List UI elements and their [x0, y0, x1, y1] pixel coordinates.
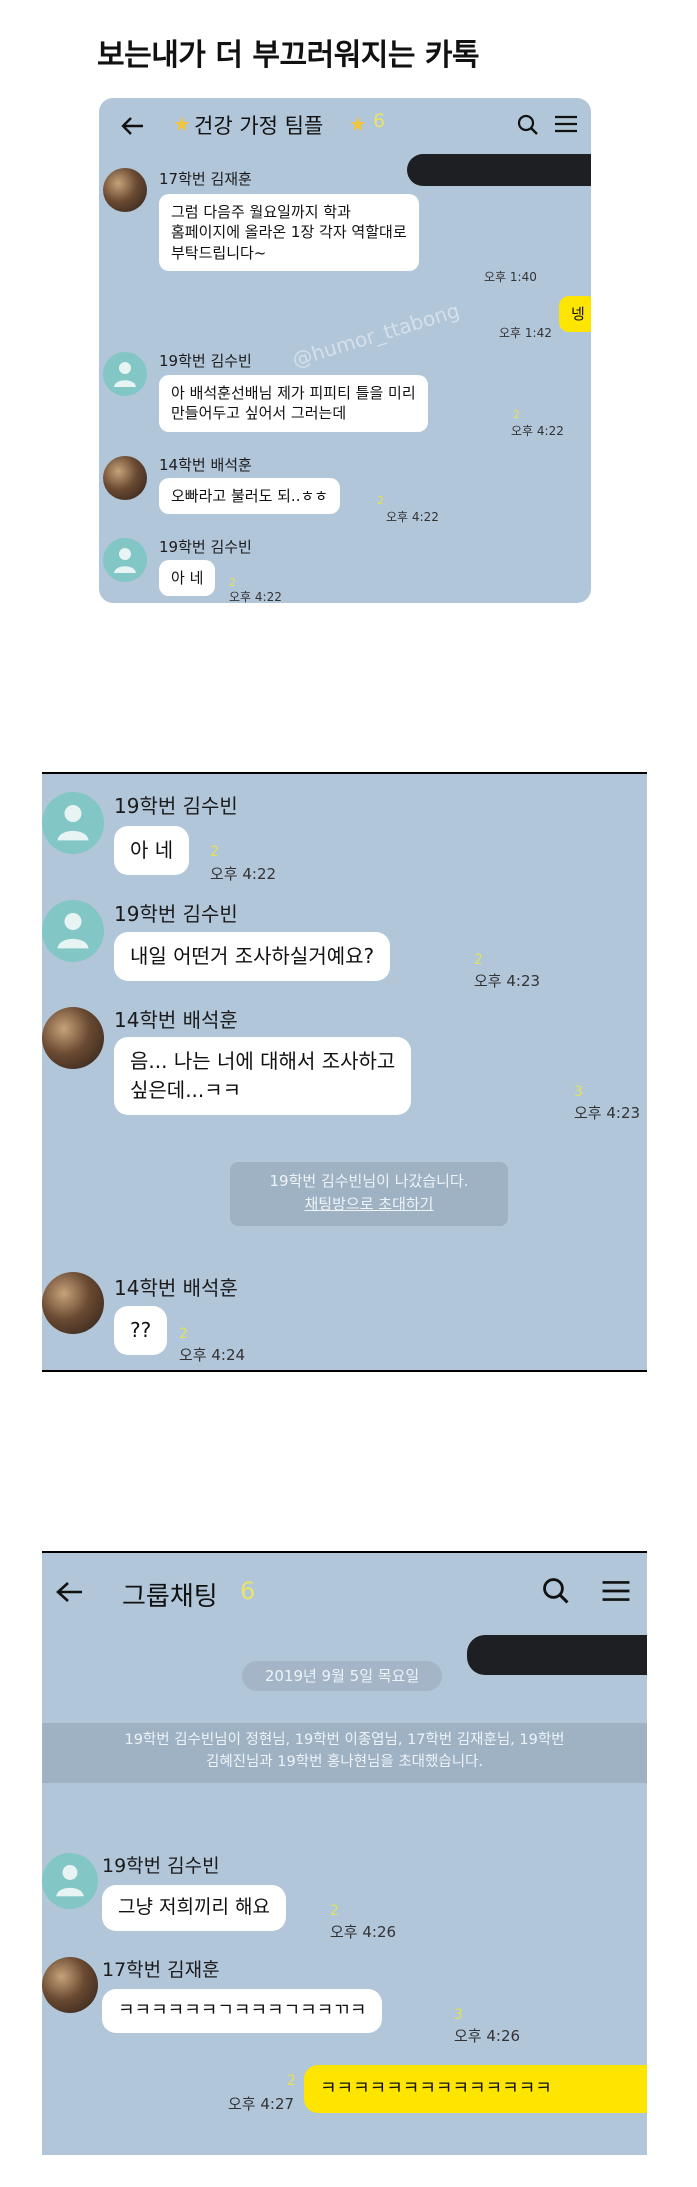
- message-bubble: ㅋㅋㅋㅋㅋㅋㄱㅋㅋㅋㄱㅋㅋㄲㅋ: [102, 1989, 383, 2034]
- default-profile-icon: [114, 362, 136, 387]
- message-line: 아 배석훈선배님 제가 피피티 틀을 미리: [171, 384, 416, 402]
- chat-screenshot-1: ★ 건강 가정 팀플 ★ 6 @humor_ttabong 17학번 김재훈 그…: [99, 98, 591, 603]
- message-bubble: 음... 나는 너에 대해서 조사하고 싶은데...ㅋㅋ: [114, 1037, 412, 1115]
- message-bubble: ??: [114, 1306, 168, 1355]
- page-title: 보는내가 더 부끄러워지는 카톡: [97, 38, 480, 73]
- avatar: [103, 456, 147, 500]
- message-time: 오후 4:23: [574, 1104, 641, 1122]
- avatar: [42, 1272, 104, 1334]
- message-bubble: 그냥 저희끼리 해요: [102, 1885, 286, 1931]
- redaction-bar: [407, 154, 591, 186]
- message-line: 홈페이지에 올라온 1장 각자 역할대로: [171, 223, 407, 242]
- chat-screenshot-2: 19학번 김수빈 아 네 2 오후 4:22 19학번 김수빈 내일 어떤거 조…: [42, 772, 647, 1372]
- message-bubble: 그럼 다음주 월요일까지 학과 홈페이지에 올라온 1장 각자 역할대로 부탁드…: [159, 194, 419, 271]
- invite-notice: 19학번 김수빈님이 정현님, 19학번 이종엽님, 17학번 김재훈님, 19…: [42, 1723, 647, 1783]
- default-profile-icon: [57, 913, 89, 949]
- message-time: 오후 4:23: [474, 972, 541, 990]
- message-bubble: 아 배석훈선배님 제가 피피티 틀을 미리 만들어두고 싶어서 그러는데: [159, 375, 428, 432]
- invite-link[interactable]: 채팅방으로 초대하기: [305, 1195, 434, 1213]
- sender-name: 19학번 김수빈: [114, 794, 238, 818]
- sender-name: 19학번 김수빈: [159, 352, 252, 370]
- message-time: 오후 4:24: [179, 1346, 246, 1364]
- default-profile-icon: [56, 1865, 84, 1897]
- avatar: [42, 1957, 98, 2013]
- chat-header: 그룹채팅 6: [42, 1551, 647, 1631]
- message-bubble: 내일 어떤거 조사하실거예요?: [114, 932, 391, 981]
- member-count: 6: [373, 110, 386, 132]
- sender-name: 19학번 김수빈: [114, 902, 238, 926]
- unread-count: 3: [574, 1084, 583, 1100]
- chat-room-title: 건강 가정 팀플: [194, 114, 324, 138]
- member-count: 6: [240, 1577, 256, 1605]
- message-time: 오후 4:22: [229, 590, 282, 603]
- unread-count: 2: [210, 844, 219, 860]
- message-time: 오후 4:22: [386, 510, 439, 524]
- message-time: 오후 1:42: [499, 326, 552, 340]
- message-line: 만들어두고 싶어서 그러는데: [171, 404, 347, 423]
- unread-count: 2: [377, 494, 384, 507]
- message-time: 오후 4:26: [330, 1923, 397, 1941]
- menu-icon[interactable]: [602, 1580, 630, 1602]
- chat-room-title: 그룹채팅: [122, 1582, 218, 1612]
- unread-count: 2: [287, 2073, 296, 2089]
- message-line: 부탁드립니다~: [171, 243, 267, 262]
- star-icon: ★: [173, 112, 191, 136]
- notice-line: 19학번 김수빈님이 정현님, 19학번 이종엽님, 17학번 김재훈님, 19…: [124, 1732, 565, 1748]
- default-profile-icon: [57, 805, 89, 841]
- sender-name: 14학번 배석훈: [114, 1276, 238, 1300]
- menu-icon[interactable]: [555, 115, 577, 133]
- notice-text: 19학번 김수빈님이 나갔습니다.: [269, 1172, 469, 1190]
- sender-name: 14학번 배석훈: [114, 1008, 238, 1032]
- message-bubble: 아 네: [114, 826, 190, 875]
- chat-header: ★ 건강 가정 팀플 ★ 6: [99, 98, 591, 154]
- sender-name: 14학번 배석훈: [159, 456, 252, 474]
- message-time: 오후 4:22: [210, 865, 277, 883]
- avatar: [103, 168, 147, 212]
- message-time: 오후 4:26: [454, 2027, 521, 2045]
- sender-name: 19학번 김수빈: [102, 1855, 220, 1877]
- search-icon[interactable]: [517, 114, 539, 136]
- message-time: 오후 1:40: [484, 270, 537, 284]
- my-message-bubble: 넹: [559, 296, 591, 333]
- message-time: 오후 4:22: [511, 424, 564, 438]
- message-line: 그럼 다음주 월요일까지 학과: [171, 203, 351, 221]
- unread-count: 2: [474, 952, 483, 968]
- message-bubble: 오빠라고 불러도 되..ㅎㅎ: [159, 478, 341, 515]
- watermark: @humor_ttabong: [289, 298, 463, 372]
- message-line: 싶은데...ㅋㅋ: [130, 1078, 242, 1102]
- message-line: 음... 나는 너에 대해서 조사하고: [130, 1049, 396, 1073]
- back-arrow-icon[interactable]: [56, 1581, 84, 1603]
- default-profile-icon: [114, 548, 136, 573]
- unread-count: 2: [179, 1326, 188, 1342]
- notice-line: 김혜진님과 19학번 홍나현님을 초대했습니다.: [205, 1754, 483, 1771]
- star-icon: ★: [349, 112, 367, 136]
- avatar: [42, 1007, 104, 1069]
- sender-name: 17학번 김재훈: [159, 170, 252, 188]
- message-bubble: 아 네: [159, 560, 216, 597]
- unread-count: 2: [513, 408, 520, 421]
- system-notice: 19학번 김수빈님이 나갔습니다. 채팅방으로 초대하기: [230, 1162, 508, 1226]
- chat-screenshot-3: 그룹채팅 6 2019년 9월 5일 목요일 19학번 김수빈님이 정현님, 1…: [42, 1551, 647, 2155]
- unread-count: 2: [330, 1903, 339, 1919]
- sender-name: 19학번 김수빈: [159, 538, 252, 556]
- search-icon[interactable]: [542, 1577, 570, 1605]
- sender-name: 17학번 김재훈: [102, 1959, 220, 1981]
- back-arrow-icon[interactable]: [121, 116, 145, 136]
- unread-count: 3: [454, 2007, 463, 2023]
- date-divider: 2019년 9월 5일 목요일: [242, 1661, 442, 1691]
- my-message-bubble: ㅋㅋㅋㅋㅋㅋㅋㅋㅋㅋㅋㅋㅋㅋ: [304, 2065, 647, 2114]
- message-time: 오후 4:27: [228, 2095, 295, 2113]
- redaction-bar: [467, 1635, 647, 1675]
